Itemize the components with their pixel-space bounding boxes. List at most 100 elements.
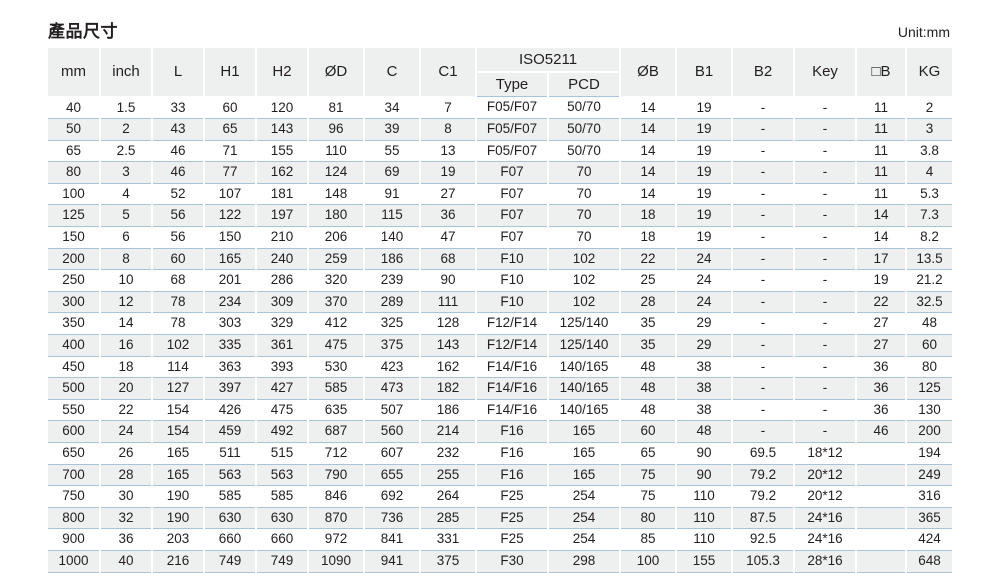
header-cell-l: L (152, 48, 205, 98)
cell-Type: F07 (476, 226, 549, 249)
table-row: 500 20 127 397 427 585 473 182 F14/F16 140/165 48 3… (48, 377, 953, 400)
cell-C1: 36 (420, 204, 477, 227)
cell-OD: 412 (308, 312, 365, 335)
cell-Type: F16 (476, 420, 549, 443)
cell-inch: 5 (100, 204, 153, 227)
cell-OB: 18 (620, 226, 678, 249)
cell-OB: 100 (620, 549, 678, 573)
cell-OD: 148 (308, 182, 365, 205)
cell-OB: 48 (620, 377, 678, 400)
table-head: mm inch L H1 H2 ØD C C1 ISO5211 ØB B1 B2… (48, 48, 953, 98)
table-row: 125 5 56 122 197 180 115 36 F07 70 18 19- -14 7.3 (48, 204, 953, 227)
cell-OB: 80 (620, 506, 678, 529)
cell-C1: 186 (420, 398, 477, 421)
header-cell-type: Type (476, 72, 549, 97)
cell-OD: 110 (308, 139, 365, 162)
cell-PCD: 50/70 (548, 139, 622, 162)
cell-mm: 350 (48, 312, 101, 335)
cell-C: 115 (364, 204, 421, 227)
cell-mm: 125 (48, 204, 101, 227)
cell-OD: 972 (308, 528, 365, 551)
cell-C: 91 (364, 182, 421, 205)
cell-OD: 475 (308, 334, 365, 357)
cell-OB: 14 (620, 182, 678, 205)
cell-B1: 90 (676, 463, 734, 486)
cell-L: 60 (152, 247, 205, 270)
cell-KG: 2 (906, 95, 953, 119)
cell-B1: 19 (676, 226, 734, 249)
header-row-primary: mm inch L H1 H2 ØD C C1 ISO5211 ØB B1 B2… (48, 48, 953, 98)
header-cell-b1: B1 (676, 48, 734, 98)
cell-C1: 331 (420, 528, 477, 551)
cell-C: 239 (364, 269, 421, 292)
cell-H2: 749 (256, 549, 309, 573)
cell-C1: 214 (420, 420, 477, 443)
cell-inch: 1.5 (100, 95, 153, 119)
cell-sqB: 27 (856, 312, 908, 335)
cell-mm: 1000 (48, 549, 101, 573)
cell-sqB: 36 (856, 355, 908, 378)
header-cell-square-b: □B (856, 48, 908, 98)
table-row: 550 22 154 426 475 635 507 186 F14/F16 140/165 48 3… (48, 398, 953, 421)
cell-B1: 19 (676, 161, 734, 184)
cell-B2: 105.3 (732, 549, 796, 573)
cell-Type: F10 (476, 290, 549, 313)
cell-OB: 65 (620, 442, 678, 465)
cell-C: 55 (364, 139, 421, 162)
cell-inch: 36 (100, 528, 153, 551)
cell-Type: F07 (476, 182, 549, 205)
cell-PCD: 165 (548, 420, 622, 443)
cell-KG: 60 (906, 334, 953, 357)
cell-L: 78 (152, 290, 205, 313)
cell-H2: 492 (256, 420, 309, 443)
cell-mm: 65 (48, 139, 101, 162)
cell-H2: 210 (256, 226, 309, 249)
cell-PCD: 140/165 (548, 355, 622, 378)
cell-PCD: 70 (548, 161, 622, 184)
cell-L: 46 (152, 161, 205, 184)
cell-Key: - (794, 204, 858, 227)
cell-PCD: 50/70 (548, 95, 622, 119)
cell-H2: 155 (256, 139, 309, 162)
cell-KG: 7.3 (906, 204, 953, 227)
cell-Type: F16 (476, 463, 549, 486)
cell-sqB: 22 (856, 290, 908, 313)
cell-Type: F12/F14 (476, 334, 549, 357)
cell-L: 102 (152, 334, 205, 357)
cell-B2: - (732, 312, 796, 335)
cell-inch: 8 (100, 247, 153, 270)
cell-Key: - (794, 139, 858, 162)
cell-OD: 320 (308, 269, 365, 292)
cell-B2: 87.5 (732, 506, 796, 529)
cell-OD: 259 (308, 247, 365, 270)
cell-Type: F10 (476, 247, 549, 270)
cell-H2: 120 (256, 95, 309, 119)
cell-mm: 800 (48, 506, 101, 529)
cell-B2: - (732, 377, 796, 400)
cell-H2: 515 (256, 442, 309, 465)
cell-Type: F07 (476, 204, 549, 227)
cell-sqB (856, 485, 908, 508)
cell-L: 56 (152, 204, 205, 227)
cell-H1: 363 (204, 355, 257, 378)
cell-B2: 92.5 (732, 528, 796, 551)
cell-sqB: 11 (856, 139, 908, 162)
cell-H2: 427 (256, 377, 309, 400)
cell-Key: 28*16 (794, 549, 858, 573)
cell-H1: 122 (204, 204, 257, 227)
cell-PCD: 125/140 (548, 334, 622, 357)
cell-mm: 150 (48, 226, 101, 249)
cell-KG: 3 (906, 118, 953, 141)
cell-KG: 32.5 (906, 290, 953, 313)
cell-L: 114 (152, 355, 205, 378)
header-cell-kg: KG (906, 48, 953, 98)
cell-KG: 365 (906, 506, 953, 529)
cell-sqB: 14 (856, 226, 908, 249)
cell-H1: 563 (204, 463, 257, 486)
header-cell-mm: mm (48, 48, 101, 98)
cell-sqB: 17 (856, 247, 908, 270)
table-body: 40 1.5 33 60 120 81 34 7 F05/F07 50/70 14 19- -11 2 50… (48, 95, 953, 573)
cell-B1: 38 (676, 398, 734, 421)
cell-B2: - (732, 420, 796, 443)
header-group-iso5211: ISO5211 (476, 48, 622, 73)
